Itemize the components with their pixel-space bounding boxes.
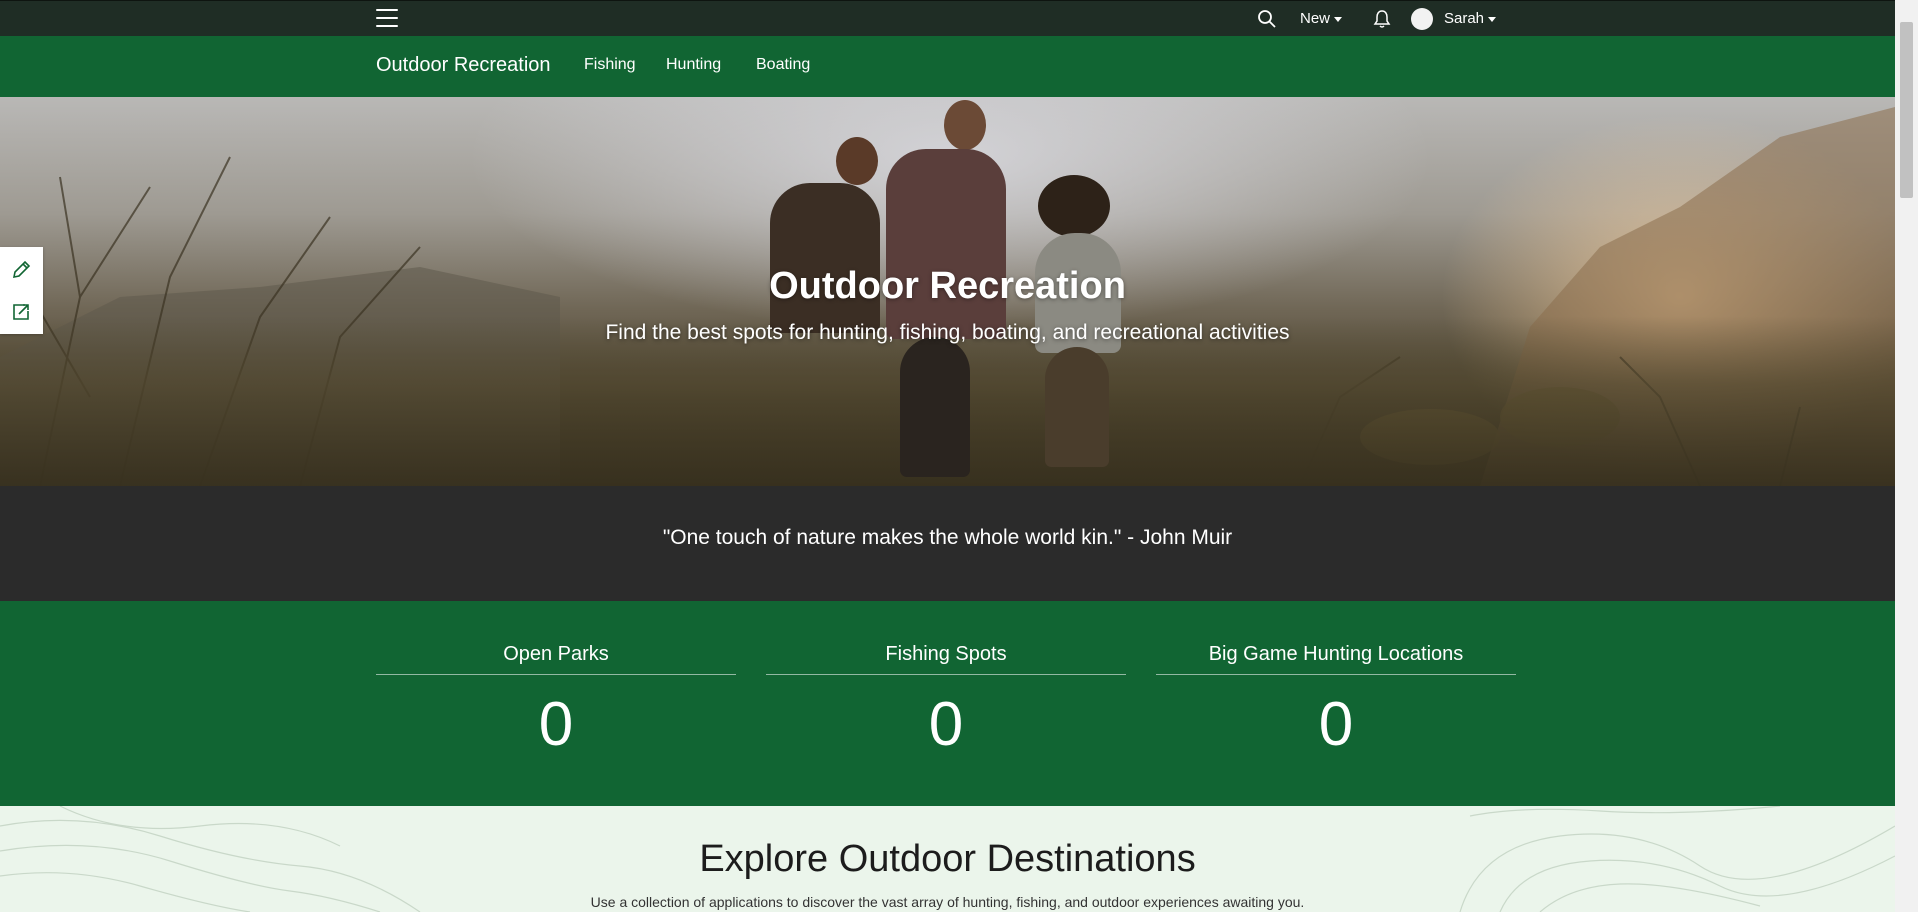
avatar[interactable] [1411,8,1433,30]
quote-text: "One touch of nature makes the whole wor… [662,526,1233,549]
chevron-down-icon [1334,16,1343,22]
new-dropdown-button[interactable]: New [1300,10,1343,27]
hero-subtitle: Find the best spots for hunting, fishing… [605,321,1290,344]
stats-section: Open Parks 0 Fishing Spots 0 Big Game Hu… [0,601,1895,806]
user-name: Sarah [1444,10,1485,27]
explore-description: Use a collection of applications to disc… [590,894,1305,910]
stat-label: Open Parks [376,643,736,675]
stat-open-parks: Open Parks 0 [376,643,736,760]
user-menu-button[interactable]: Sarah [1444,10,1497,27]
hiker-figure [886,149,1006,339]
site-navbar: Outdoor Recreation Fishing Hunting Boati… [0,36,1895,97]
stat-value: 0 [1318,690,1354,759]
nav-link-hunting[interactable]: Hunting [666,56,721,74]
hero-banner: Outdoor Recreation Find the best spots f… [0,97,1895,486]
hiker-figure [836,137,878,185]
hiker-figure [1045,347,1109,467]
hero-title: Outdoor Recreation [769,265,1126,307]
top-bar: New Sarah [0,0,1895,36]
scrollbar-thumb[interactable] [1900,22,1913,198]
hiker-figure [900,337,970,477]
share-icon[interactable] [10,301,32,323]
explore-section: Explore Outdoor Destinations Use a colle… [0,806,1895,912]
nav-link-fishing[interactable]: Fishing [584,56,636,74]
hiker-figure [944,100,986,150]
nav-link-boating[interactable]: Boating [756,56,810,74]
chevron-down-icon [1488,16,1497,22]
new-label: New [1300,10,1331,27]
explore-heading: Explore Outdoor Destinations [699,838,1196,880]
hamburger-menu-icon[interactable] [376,9,398,29]
hiker-figure [770,183,880,333]
stat-big-game-hunting: Big Game Hunting Locations 0 [1156,643,1516,760]
bell-icon[interactable] [1372,9,1392,29]
quote-section: "One touch of nature makes the whole wor… [0,486,1895,601]
stat-label: Fishing Spots [766,643,1126,675]
stat-fishing-spots: Fishing Spots 0 [766,643,1126,760]
site-brand-link[interactable]: Outdoor Recreation [376,54,551,77]
pencil-icon[interactable] [10,259,32,281]
stat-value: 0 [538,690,574,759]
side-toolbar [0,247,43,334]
page-scrollbar[interactable] [1895,0,1918,912]
stat-value: 0 [928,690,964,759]
stat-label: Big Game Hunting Locations [1156,643,1516,675]
hiker-figure [1038,175,1110,237]
search-icon[interactable] [1257,9,1277,29]
